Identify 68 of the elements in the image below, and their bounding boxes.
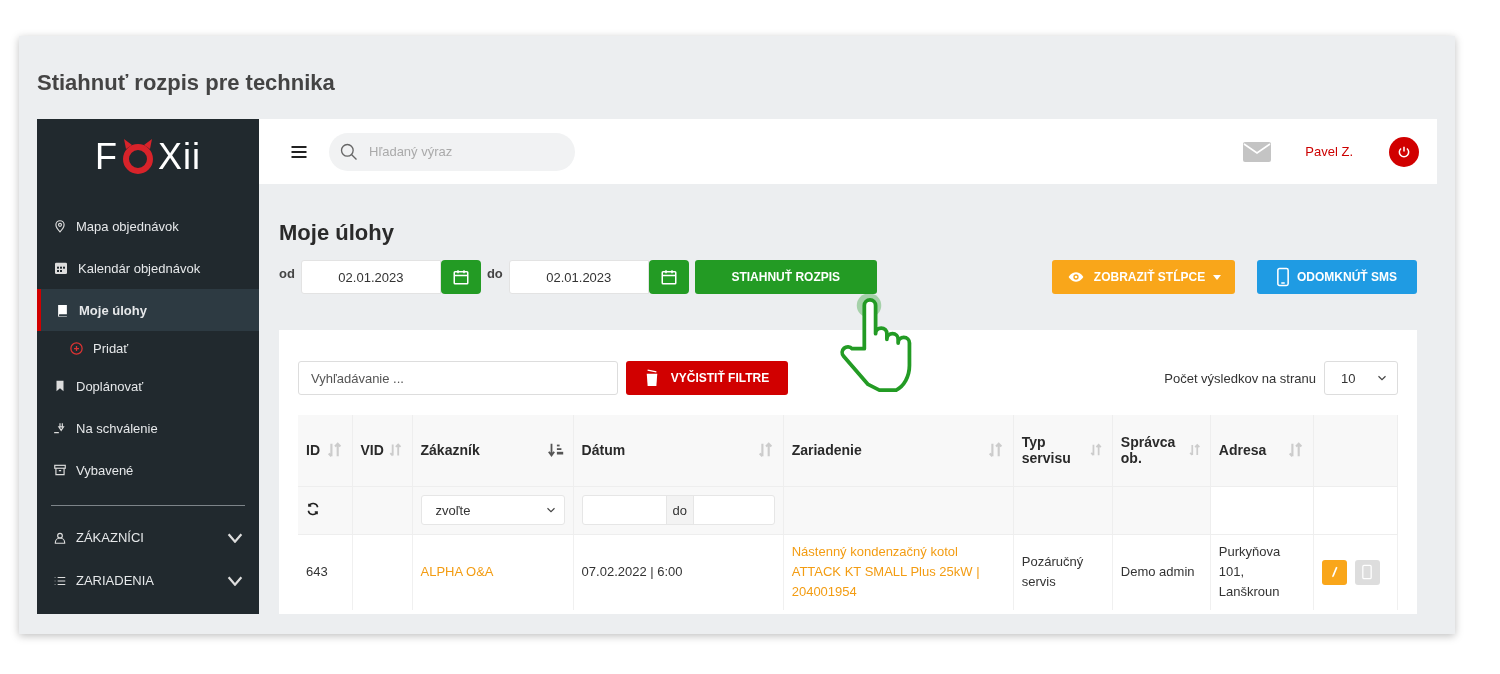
caret-icon <box>1213 274 1222 280</box>
calendar-button[interactable] <box>440 260 481 294</box>
download-button[interactable]: STIAHNUŤ ROZPIS <box>694 260 877 294</box>
date-to-field[interactable]: 02.01.2023 <box>508 260 649 294</box>
sidebar-item-label: Mapa objednávok <box>76 218 179 234</box>
column-header[interactable]: Zariadenie <box>783 415 1014 486</box>
sidebar-item-label: Pridať <box>93 340 129 356</box>
user-name[interactable]: Pavel Z. <box>1305 144 1353 159</box>
trash-icon <box>644 369 659 387</box>
sidebar-item[interactable]: Doplánovať <box>37 365 259 407</box>
power-icon <box>1397 144 1411 159</box>
sidebar-section[interactable]: ZARIADENIA <box>37 559 259 602</box>
table-cell: 07.02.2022 | 6:00 <box>581 564 683 580</box>
sidebar-item-label: Vybavené <box>76 462 134 478</box>
phone-icon <box>1277 267 1289 287</box>
calendar-icon <box>451 268 470 286</box>
map-pin-icon <box>53 219 67 233</box>
column-header[interactable]: ID <box>298 415 352 486</box>
column-header[interactable]: Typ servisu <box>1013 415 1113 486</box>
table-cell: Pozáručný servis <box>1021 554 1084 590</box>
sidebar-item[interactable]: Moje úlohy <box>37 289 259 331</box>
sidebar-item-label: Na schválenie <box>76 420 158 436</box>
sidebar-item[interactable]: Mapa objednávok <box>37 205 259 247</box>
calendar-button[interactable] <box>648 260 689 294</box>
column-header[interactable]: VID <box>352 415 413 486</box>
sidebar-item[interactable]: Kalendár objednávok <box>37 247 259 289</box>
sidebar-item-label: Moje úlohy <box>79 302 147 318</box>
edit-button[interactable] <box>1321 559 1347 585</box>
calendar-icon <box>53 260 69 276</box>
table-cell: Demo admin <box>1120 564 1195 580</box>
phone-icon <box>1362 564 1373 581</box>
table-cell: Purkyňova 101, Lanškroun <box>1218 544 1281 600</box>
column-header[interactable]: Správca ob. <box>1112 415 1211 486</box>
date-from-field[interactable]: 02.01.2023 <box>300 260 441 294</box>
sidebar-item-label: Doplánovať <box>76 378 144 394</box>
sidebar-item[interactable]: Vybavené <box>37 449 259 491</box>
column-header[interactable]: Dátum <box>573 415 784 486</box>
search-field[interactable]: Hľadaný výraz <box>329 132 575 171</box>
user-icon <box>53 530 67 545</box>
per-page-select[interactable]: 10 <box>1324 361 1398 395</box>
approval-icon <box>53 421 67 435</box>
sidebar-item-label: Kalendár objednávok <box>78 260 201 276</box>
search-icon <box>339 141 359 162</box>
customer-select[interactable]: zvoľte <box>420 495 565 525</box>
date-range-field[interactable]: do <box>581 495 775 525</box>
clear-filters-button[interactable]: VYČISTIŤ FILTRE <box>626 361 788 395</box>
table-cell: 643 <box>306 564 328 580</box>
per-page-label: Počet výsledkov na stranu <box>1164 370 1316 386</box>
sidebar-item[interactable]: Pridať <box>37 331 259 365</box>
book-icon <box>55 302 70 318</box>
calendar-icon <box>659 268 678 286</box>
column-header[interactable]: Adresa <box>1210 415 1314 486</box>
archive-icon <box>53 463 67 477</box>
sidebar-section[interactable]: ZÁKAZNÍCI <box>37 516 259 559</box>
sidebar-section-label: ZARIADENIA <box>76 573 154 588</box>
plus-circle-icon <box>69 340 84 356</box>
from-label: od <box>279 266 295 281</box>
logo[interactable]: F Xii <box>37 131 259 183</box>
power-button[interactable] <box>1389 136 1419 167</box>
refresh-icon[interactable] <box>306 501 320 516</box>
to-label: do <box>486 266 503 281</box>
sidebar-item[interactable]: Na schválenie <box>37 407 259 449</box>
page-heading: Moje úlohy <box>279 220 395 246</box>
pen-icon <box>1329 565 1339 580</box>
column-header[interactable]: Zákazník <box>412 415 574 486</box>
table-search-field[interactable]: Vyhľadávanie ... <box>298 361 618 395</box>
page-title: Stiahnuť rozpis pre technika <box>37 68 336 97</box>
sidebar-section-label: ZÁKAZNÍCI <box>76 530 144 545</box>
